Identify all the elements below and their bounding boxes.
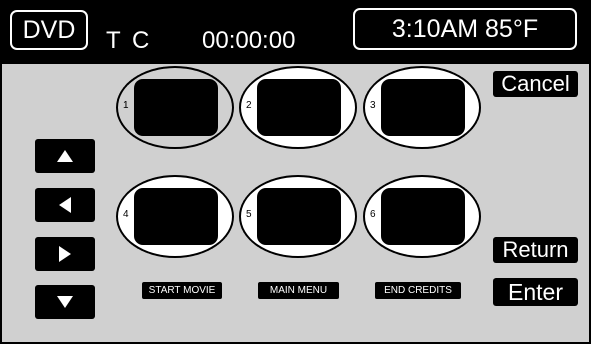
- title-indicator: T: [106, 27, 121, 54]
- status-bar: DVD T C 00:00:00 3:10AM 85°F: [2, 2, 589, 64]
- enter-button[interactable]: Enter: [493, 278, 578, 306]
- dvd-menu-screen: DVD T C 00:00:00 3:10AM 85°F Cancel 1 2 …: [0, 0, 591, 344]
- chapter-number: 1: [123, 100, 129, 111]
- end-credits-button[interactable]: END CREDITS: [375, 282, 461, 299]
- right-arrow-icon: [59, 246, 71, 262]
- cancel-button[interactable]: Cancel: [493, 71, 578, 97]
- down-arrow-icon: [57, 296, 73, 308]
- up-arrow-icon: [57, 150, 73, 162]
- chapter-number: 3: [370, 100, 376, 111]
- chapter-number: 2: [246, 100, 252, 111]
- chapter-number: 4: [123, 209, 129, 220]
- up-arrow-button[interactable]: [35, 139, 95, 173]
- down-arrow-button[interactable]: [35, 285, 95, 319]
- chapter-preview: [257, 79, 341, 136]
- chapter-preview: [134, 188, 218, 245]
- chapter-number: 5: [246, 209, 252, 220]
- chapter-number: 6: [370, 209, 376, 220]
- main-menu-button[interactable]: MAIN MENU: [258, 282, 339, 299]
- clock-temperature-display: 3:10AM 85°F: [353, 8, 577, 50]
- chapter-preview: [257, 188, 341, 245]
- chapter-preview: [381, 188, 465, 245]
- left-arrow-icon: [59, 197, 71, 213]
- chapter-indicator: C: [132, 27, 150, 54]
- start-movie-button[interactable]: START MOVIE: [142, 282, 222, 299]
- chapter-preview: [134, 79, 218, 136]
- dvd-source-button[interactable]: DVD: [10, 10, 88, 50]
- chapter-2-thumbnail[interactable]: 2: [239, 66, 357, 149]
- chapter-3-thumbnail[interactable]: 3: [363, 66, 481, 149]
- chapter-5-thumbnail[interactable]: 5: [239, 175, 357, 258]
- chapter-preview: [381, 79, 465, 136]
- right-arrow-button[interactable]: [35, 237, 95, 271]
- left-arrow-button[interactable]: [35, 188, 95, 222]
- chapter-4-thumbnail[interactable]: 4: [116, 175, 234, 258]
- return-button[interactable]: Return: [493, 237, 578, 263]
- chapter-6-thumbnail[interactable]: 6: [363, 175, 481, 258]
- chapter-1-thumbnail[interactable]: 1: [116, 66, 234, 149]
- elapsed-time: 00:00:00: [202, 27, 296, 54]
